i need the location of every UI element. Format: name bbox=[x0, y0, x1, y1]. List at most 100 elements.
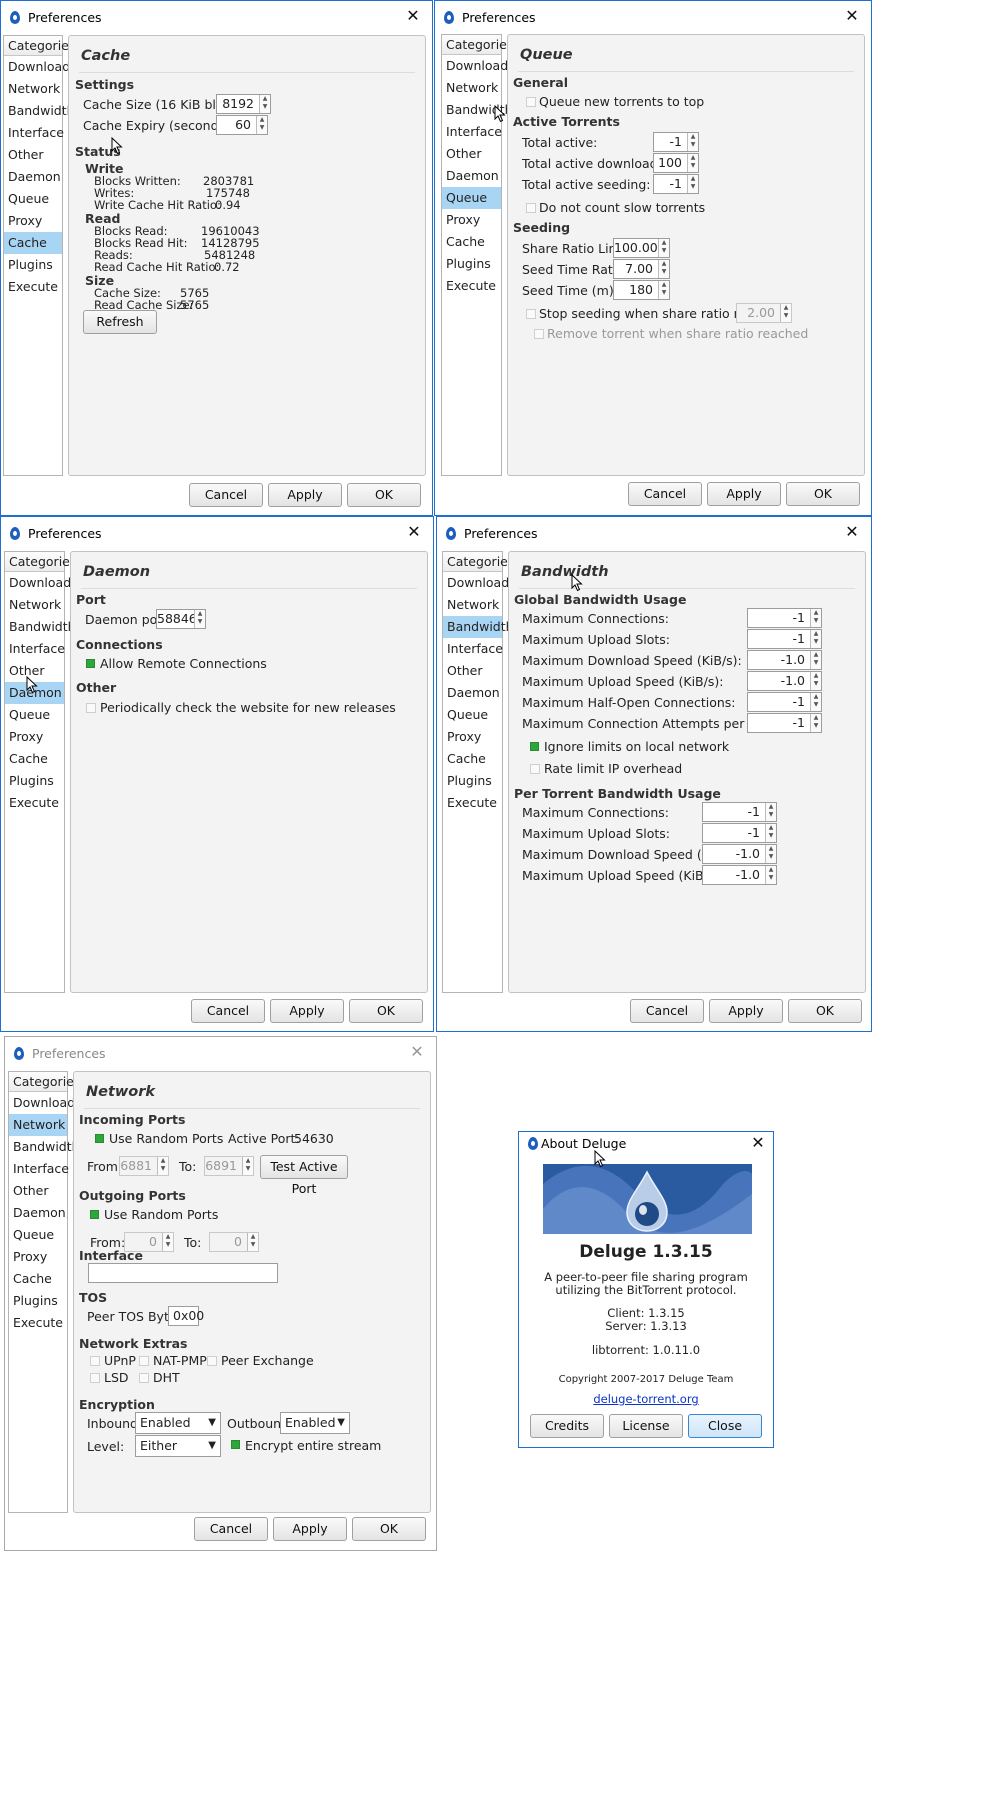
apply-button[interactable]: Apply bbox=[273, 1517, 347, 1541]
category-queue[interactable]: Queue bbox=[442, 187, 501, 209]
categories-header[interactable]: Categories bbox=[443, 552, 514, 572]
spinner-arrows-icon[interactable]: ▲ ▼ bbox=[810, 672, 821, 690]
category-queue[interactable]: Queue bbox=[443, 704, 502, 726]
rate-limit-ip-checkbox[interactable] bbox=[530, 764, 540, 774]
spinner-arrows-icon[interactable]: ▲ ▼ bbox=[810, 630, 821, 648]
category-cache[interactable]: Cache bbox=[9, 1268, 67, 1290]
cache-size-spinner[interactable]: 8192 ▲ ▼ bbox=[216, 94, 271, 114]
spinner-arrows-icon[interactable]: ▲ ▼ bbox=[247, 1233, 258, 1251]
spinner-arrows-icon[interactable]: ▲ ▼ bbox=[658, 281, 669, 299]
category-plugins[interactable]: Plugins bbox=[5, 770, 64, 792]
spinner-arrows-icon[interactable]: ▲ ▼ bbox=[256, 116, 267, 134]
ok-button[interactable]: OK bbox=[347, 483, 421, 507]
encrypt-stream-checkbox[interactable] bbox=[231, 1440, 240, 1449]
spinner-arrows-icon[interactable]: ▲ ▼ bbox=[810, 609, 821, 627]
category-proxy[interactable]: Proxy bbox=[9, 1246, 67, 1268]
spinner-arrows-icon[interactable]: ▲ ▼ bbox=[162, 1233, 173, 1251]
close-icon[interactable]: ✕ bbox=[400, 5, 426, 27]
category-downloads[interactable]: Downloads bbox=[443, 572, 516, 594]
per-max-connections-spinner[interactable]: -1 ▲ ▼ bbox=[702, 802, 777, 822]
ok-button[interactable]: OK bbox=[788, 999, 862, 1023]
incoming-to-spinner[interactable]: 6891 ▲ ▼ bbox=[204, 1156, 254, 1176]
category-execute[interactable]: Execute bbox=[442, 275, 501, 297]
apply-button[interactable]: Apply bbox=[268, 483, 342, 507]
category-downloads[interactable]: Downloads bbox=[5, 572, 78, 594]
category-other[interactable]: Other bbox=[9, 1180, 67, 1202]
remove-torrent-label[interactable]: Remove torrent when share ratio reached bbox=[547, 326, 808, 341]
queue-new-top-checkbox[interactable] bbox=[526, 97, 536, 107]
category-interface[interactable]: Interface bbox=[443, 638, 503, 660]
category-cache[interactable]: Cache bbox=[5, 748, 64, 770]
category-execute[interactable]: Execute bbox=[5, 792, 64, 814]
apply-button[interactable]: Apply bbox=[709, 999, 783, 1023]
spinner-arrows-icon[interactable]: ▲ ▼ bbox=[765, 845, 776, 863]
allow-remote-checkbox[interactable] bbox=[86, 659, 95, 668]
category-proxy[interactable]: Proxy bbox=[4, 210, 62, 232]
category-execute[interactable]: Execute bbox=[4, 276, 62, 298]
category-downloads[interactable]: Downloads bbox=[4, 56, 77, 78]
lsd-checkbox[interactable] bbox=[90, 1373, 100, 1383]
category-plugins[interactable]: Plugins bbox=[9, 1290, 67, 1312]
spinner-arrows-icon[interactable]: ▲ ▼ bbox=[810, 693, 821, 711]
natpmp-label[interactable]: NAT-PMP bbox=[153, 1353, 207, 1368]
credits-button[interactable]: Credits bbox=[530, 1414, 604, 1438]
test-active-port-button[interactable]: Test Active Port bbox=[260, 1155, 348, 1196]
share-ratio-spinner[interactable]: 100.00 ▲ ▼ bbox=[613, 238, 670, 258]
remove-torrent-checkbox[interactable] bbox=[534, 329, 544, 339]
total-active-spinner[interactable]: -1 ▲ ▼ bbox=[653, 132, 699, 152]
spinner-arrows-icon[interactable]: ▲ ▼ bbox=[658, 260, 669, 278]
upnp-checkbox[interactable] bbox=[90, 1356, 100, 1366]
category-proxy[interactable]: Proxy bbox=[5, 726, 64, 748]
upnp-label[interactable]: UPnP bbox=[104, 1353, 136, 1368]
check-releases-label[interactable]: Periodically check the website for new r… bbox=[100, 700, 396, 715]
outgoing-to-spinner[interactable]: 0 ▲ ▼ bbox=[209, 1232, 259, 1252]
title-bar[interactable]: Preferences ✕ bbox=[5, 1037, 436, 1070]
category-other[interactable]: Other bbox=[442, 143, 501, 165]
close-icon[interactable]: ✕ bbox=[839, 521, 865, 543]
close-icon[interactable]: ✕ bbox=[401, 521, 427, 543]
slow-torrents-checkbox[interactable] bbox=[526, 203, 536, 213]
encrypt-stream-label[interactable]: Encrypt entire stream bbox=[245, 1438, 381, 1453]
cancel-button[interactable]: Cancel bbox=[630, 999, 704, 1023]
category-network[interactable]: Network bbox=[442, 77, 501, 99]
close-button[interactable]: Close bbox=[688, 1414, 762, 1438]
spinner-arrows-icon[interactable]: ▲ ▼ bbox=[810, 651, 821, 669]
random-outgoing-label[interactable]: Use Random Ports bbox=[104, 1207, 218, 1222]
category-downloads[interactable]: Downloads bbox=[9, 1092, 82, 1114]
dht-checkbox[interactable] bbox=[139, 1373, 149, 1383]
title-bar[interactable]: Preferences ✕ bbox=[1, 1, 432, 34]
apply-button[interactable]: Apply bbox=[707, 482, 781, 506]
ignore-local-label[interactable]: Ignore limits on local network bbox=[544, 739, 729, 754]
level-select[interactable]: Either ▼ bbox=[135, 1435, 221, 1457]
close-icon[interactable]: ✕ bbox=[745, 1132, 771, 1154]
stop-ratio-spinner[interactable]: 2.00 ▲ ▼ bbox=[736, 303, 792, 323]
category-network[interactable]: Network bbox=[4, 78, 62, 100]
lsd-label[interactable]: LSD bbox=[104, 1370, 129, 1385]
website-link[interactable]: deluge-torrent.org bbox=[593, 1392, 698, 1406]
category-daemon[interactable]: Daemon bbox=[9, 1202, 67, 1224]
spinner-arrows-icon[interactable]: ▲ ▼ bbox=[259, 95, 270, 113]
per-max-download-speed-spinner[interactable]: -1.0 ▲ ▼ bbox=[702, 844, 777, 864]
global-max-attempts-spinner[interactable]: -1 ▲ ▼ bbox=[747, 713, 822, 733]
close-icon[interactable]: ✕ bbox=[404, 1041, 430, 1063]
category-queue[interactable]: Queue bbox=[9, 1224, 67, 1246]
refresh-button[interactable]: Refresh bbox=[83, 310, 157, 334]
category-daemon[interactable]: Daemon bbox=[442, 165, 501, 187]
pex-checkbox[interactable] bbox=[207, 1356, 217, 1366]
category-interface[interactable]: Interface bbox=[442, 121, 502, 143]
category-bandwidth[interactable]: Bandwidth bbox=[4, 100, 75, 122]
category-bandwidth[interactable]: Bandwidth bbox=[5, 616, 76, 638]
categories-header[interactable]: Categories bbox=[5, 552, 76, 572]
category-bandwidth[interactable]: Bandwidth bbox=[442, 99, 513, 121]
random-incoming-checkbox[interactable] bbox=[95, 1134, 104, 1143]
cache-expiry-spinner[interactable]: 60 ▲ ▼ bbox=[216, 115, 268, 135]
pex-label[interactable]: Peer Exchange bbox=[221, 1353, 314, 1368]
close-icon[interactable]: ✕ bbox=[839, 5, 865, 27]
spinner-arrows-icon[interactable]: ▲ ▼ bbox=[687, 154, 698, 172]
total-downloading-spinner[interactable]: 100 ▲ ▼ bbox=[653, 153, 699, 173]
category-plugins[interactable]: Plugins bbox=[443, 770, 502, 792]
spinner-arrows-icon[interactable]: ▲ ▼ bbox=[687, 133, 698, 151]
category-other[interactable]: Other bbox=[443, 660, 502, 682]
cancel-button[interactable]: Cancel bbox=[189, 483, 263, 507]
per-max-upload-slots-spinner[interactable]: -1 ▲ ▼ bbox=[702, 823, 777, 843]
